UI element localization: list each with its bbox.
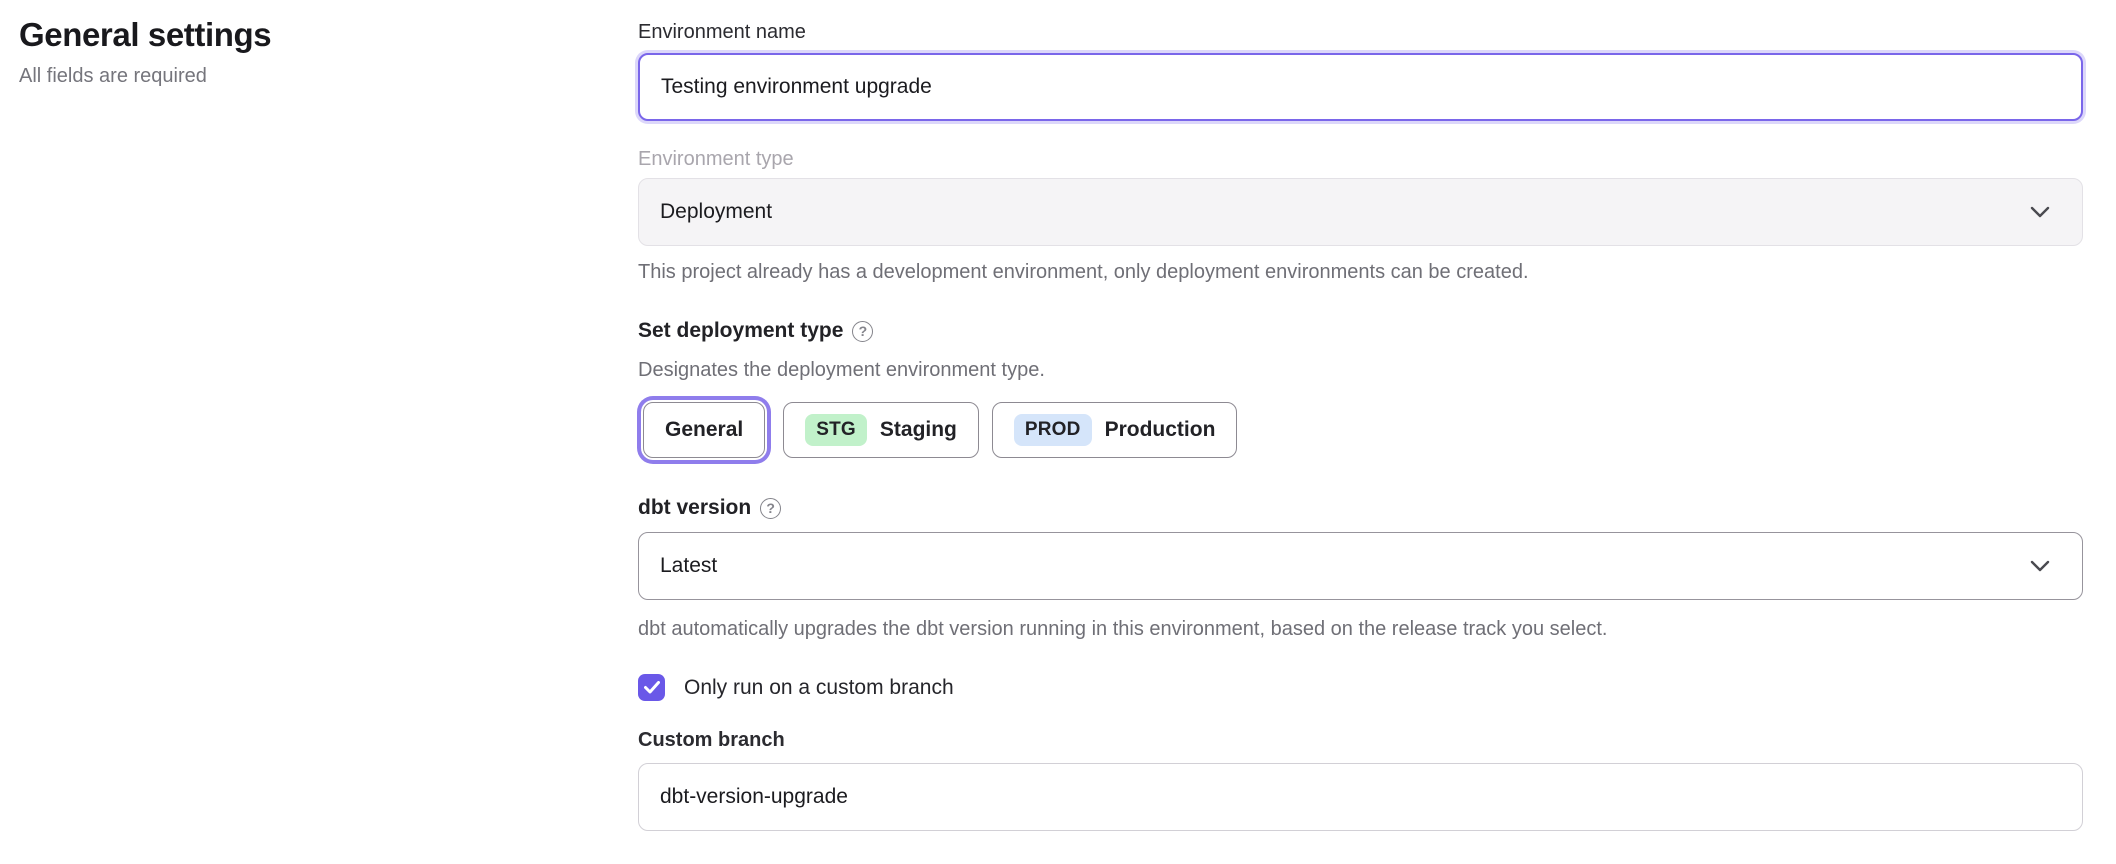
- staging-badge: STG: [805, 414, 867, 446]
- production-badge: PROD: [1014, 414, 1092, 446]
- deployment-type-production-button[interactable]: PROD Production: [992, 402, 1238, 458]
- page-subtitle: All fields are required: [19, 65, 579, 88]
- checkmark-icon: [644, 681, 660, 694]
- help-circle-icon[interactable]: ?: [852, 321, 873, 342]
- environment-type-select: Deployment: [638, 178, 2083, 246]
- custom-branch-input[interactable]: [638, 763, 2083, 831]
- deployment-type-description: Designates the deployment environment ty…: [638, 356, 2083, 384]
- environment-name-label: Environment name: [638, 20, 2083, 44]
- environment-settings-form: Environment name Environment type Deploy…: [638, 0, 2083, 831]
- dbt-version-label-text: dbt version: [638, 494, 751, 522]
- dbt-version-value: Latest: [660, 554, 717, 578]
- dbt-version-select[interactable]: Latest: [638, 532, 2083, 600]
- deployment-type-label-text: Set deployment type: [638, 317, 843, 345]
- custom-branch-checkbox[interactable]: [638, 674, 665, 701]
- environment-name-input[interactable]: [638, 53, 2083, 121]
- dbt-version-helper: dbt automatically upgrades the dbt versi…: [638, 615, 2083, 643]
- deployment-type-staging-button[interactable]: STG Staging: [783, 402, 979, 458]
- chevron-down-icon: [2030, 560, 2050, 572]
- environment-type-value: Deployment: [660, 200, 772, 224]
- custom-branch-checkbox-row: Only run on a custom branch: [638, 674, 2083, 701]
- chevron-down-icon: [2030, 206, 2050, 218]
- dbt-version-label: dbt version ?: [638, 494, 2083, 522]
- page-title: General settings: [19, 16, 579, 54]
- settings-header: General settings All fields are required: [19, 16, 579, 88]
- deployment-type-options: General STG Staging PROD Production: [638, 397, 2083, 462]
- deployment-type-production-label: Production: [1105, 418, 1216, 442]
- environment-type-helper: This project already has a development e…: [638, 258, 2083, 286]
- help-circle-icon[interactable]: ?: [760, 498, 781, 519]
- deployment-type-staging-label: Staging: [880, 418, 957, 442]
- deployment-type-general-button[interactable]: General: [643, 402, 765, 458]
- custom-branch-checkbox-label[interactable]: Only run on a custom branch: [684, 676, 954, 700]
- deployment-type-label: Set deployment type ?: [638, 317, 2083, 345]
- deployment-type-general-label: General: [665, 418, 743, 442]
- environment-type-label: Environment type: [638, 147, 2083, 171]
- custom-branch-label: Custom branch: [638, 728, 2083, 752]
